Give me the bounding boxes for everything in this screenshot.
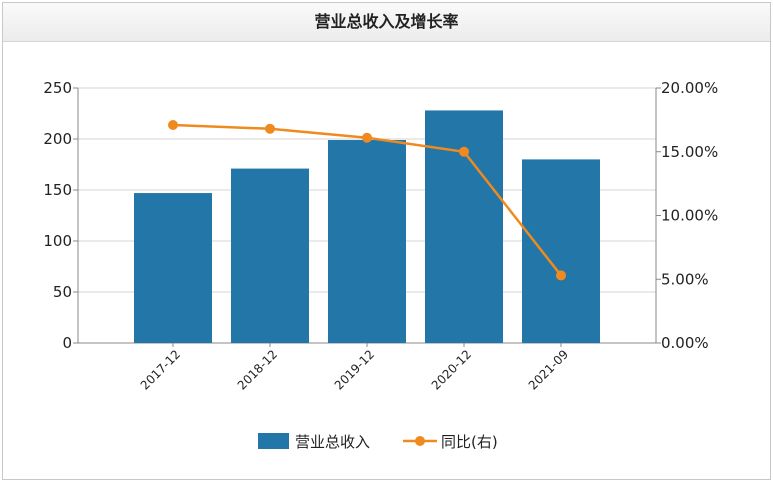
line-point [459, 146, 469, 157]
x-tick-label: 2020-12 [429, 347, 474, 392]
bar [328, 140, 406, 343]
line-point [168, 119, 178, 130]
chart-canvas: 0 50 100 150 200 250 0.00% 5.00% 10.00% 15.00% 20.… [43, 79, 718, 451]
legend-label: 同比(右) [441, 433, 498, 451]
y-left-tick-label: 50 [53, 283, 72, 301]
bar [425, 110, 503, 343]
y-left-tick-label: 200 [43, 130, 72, 148]
legend-label: 营业总收入 [295, 433, 370, 451]
line-point [556, 270, 566, 281]
y-right-tick-label: 5.00% [661, 270, 709, 288]
bar [134, 193, 212, 343]
bar [231, 168, 309, 343]
x-tick-label: 2018-12 [235, 347, 280, 392]
legend-line-marker [415, 436, 425, 446]
legend-bar-swatch [258, 433, 289, 449]
y-left-tick-label: 100 [43, 232, 72, 250]
bar [522, 159, 600, 343]
y-right-tick-label: 10.00% [661, 207, 718, 225]
y-right-tick-label: 15.00% [661, 143, 718, 161]
x-tick-label: 2021-09 [526, 347, 571, 392]
y-left-tick-label: 150 [43, 181, 72, 199]
y-left-tick-label: 0 [62, 334, 72, 352]
y-right-tick-label: 20.00% [661, 79, 718, 97]
line-point [362, 132, 372, 143]
y-left-tick-label: 250 [43, 79, 72, 97]
x-tick-label: 2017-12 [138, 347, 183, 392]
line-point [265, 123, 275, 134]
y-right-tick-label: 0.00% [661, 334, 709, 352]
x-tick-label: 2019-12 [332, 347, 377, 392]
